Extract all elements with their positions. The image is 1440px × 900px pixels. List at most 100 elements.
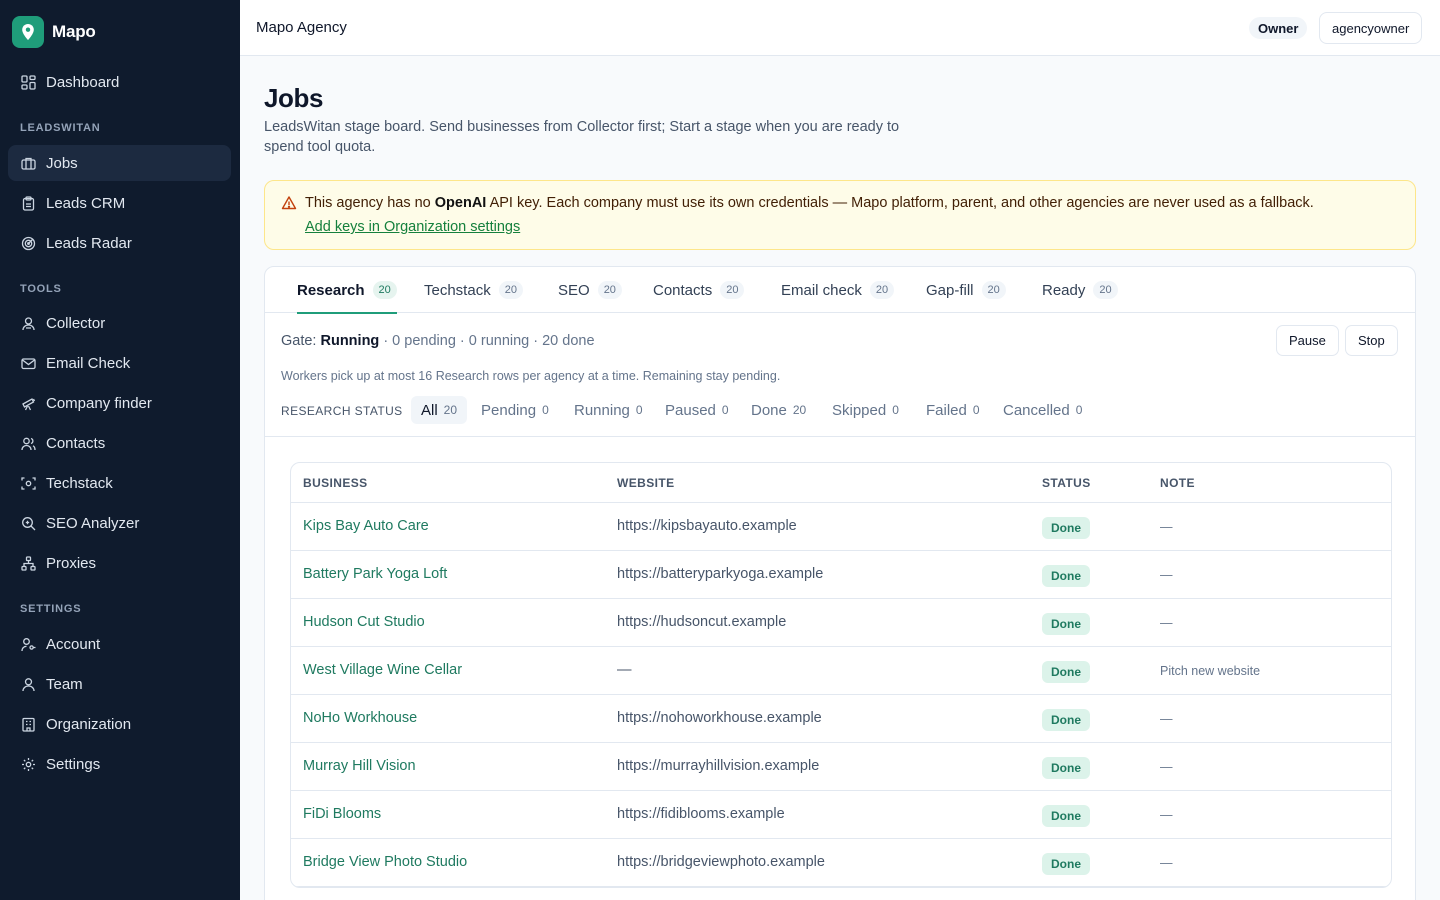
sidebar-item-label: Jobs xyxy=(46,154,78,172)
sidebar-item-proxies[interactable]: Proxies xyxy=(8,545,231,581)
sidebar-item-email-check[interactable]: Email Check xyxy=(8,345,231,381)
user-key-icon xyxy=(20,636,36,652)
filter-count: 0 xyxy=(972,403,980,417)
business-link[interactable]: FiDi Blooms xyxy=(303,806,381,822)
table-row: Bridge View Photo Studio https://bridgevi… xyxy=(291,839,1391,887)
business-link[interactable]: Hudson Cut Studio xyxy=(303,614,425,630)
page-title: Jobs xyxy=(264,83,324,113)
filter-count: 0 xyxy=(721,403,729,417)
pause-button[interactable]: Pause xyxy=(1276,325,1339,356)
note-cell: — xyxy=(1160,808,1173,822)
filter-skipped[interactable]: Skipped 0 xyxy=(832,396,899,424)
building-icon xyxy=(20,716,36,732)
sidebar-item-contacts[interactable]: Contacts xyxy=(8,425,231,461)
filter-count: 0 xyxy=(892,403,899,417)
tab-research[interactable]: Research 20 xyxy=(297,267,397,314)
sidebar-item-account[interactable]: Account xyxy=(8,626,231,662)
mail-icon xyxy=(20,355,36,371)
filter-label: Paused xyxy=(665,401,716,419)
topbar: Mapo Agency Owner agencyowner xyxy=(240,0,1440,56)
sidebar-item-settings[interactable]: Settings xyxy=(8,746,231,782)
search-icon xyxy=(20,515,36,531)
note-cell: — xyxy=(1160,616,1173,630)
tab-label: Contacts xyxy=(653,281,713,299)
sidebar-item-team[interactable]: Team xyxy=(8,666,231,702)
sidebar-item-label: Team xyxy=(46,675,83,693)
sidebar-item-label: Leads Radar xyxy=(46,234,132,252)
sidebar-item-label: Company finder xyxy=(46,394,152,412)
sidebar-item-company-finder[interactable]: Company finder xyxy=(8,385,231,421)
filter-label: Running xyxy=(574,401,630,419)
filter-label: Failed xyxy=(926,401,967,419)
sidebar-item-jobs[interactable]: Jobs xyxy=(8,145,231,181)
tab-gap-fill[interactable]: Gap-fill 20 xyxy=(926,267,1006,313)
brand[interactable]: Mapo xyxy=(12,16,96,48)
dashboard-icon xyxy=(20,74,36,90)
filter-count: 20 xyxy=(792,403,807,417)
sidebar-item-label: Proxies xyxy=(46,554,97,572)
user-menu-button[interactable]: agencyowner xyxy=(1319,12,1423,44)
filter-cancelled[interactable]: Cancelled 0 xyxy=(1003,396,1082,424)
sidebar-item-label: Dashboard xyxy=(46,73,120,91)
status-badge: Done xyxy=(1042,565,1090,587)
sidebar-item-dashboard[interactable]: Dashboard xyxy=(8,64,231,100)
table-row: NoHo Workhouse https://nohoworkhouse.exam… xyxy=(291,695,1391,743)
website-cell: — xyxy=(617,662,632,678)
filter-paused[interactable]: Paused 0 xyxy=(665,396,729,424)
role-badge: Owner xyxy=(1249,17,1308,39)
column-header-business: BUSINESS xyxy=(303,476,368,490)
tab-label: Email check xyxy=(781,281,862,299)
status-badge: Done xyxy=(1042,661,1090,683)
status-badge: Done xyxy=(1042,805,1090,827)
warning-triangle-icon xyxy=(281,195,297,216)
tab-count: 20 xyxy=(372,281,397,299)
sidebar-item-collector[interactable]: Collector xyxy=(8,305,231,341)
table-row: Hudson Cut Studio https://hudsoncut.examp… xyxy=(291,599,1391,647)
filter-pending[interactable]: Pending 0 xyxy=(481,396,549,424)
tab-label: Ready xyxy=(1042,281,1086,299)
business-link[interactable]: Murray Hill Vision xyxy=(303,758,416,774)
tab-count: 20 xyxy=(720,281,745,299)
business-link[interactable]: NoHo Workhouse xyxy=(303,710,417,726)
column-header-website: WEBSITE xyxy=(617,476,675,490)
business-link[interactable]: Bridge View Photo Studio xyxy=(303,854,467,870)
stage-tabs: Research 20 Techstack 20 SEO 20 Contacts… xyxy=(265,267,1415,314)
tab-label: SEO xyxy=(558,281,590,299)
filter-done[interactable]: Done 20 xyxy=(751,396,806,424)
telescope-icon xyxy=(20,395,36,411)
tab-email-check[interactable]: Email check 20 xyxy=(781,267,895,313)
note-cell: — xyxy=(1160,712,1173,726)
alert-key-name: OpenAI xyxy=(434,195,487,211)
radar-icon xyxy=(20,235,36,251)
business-link[interactable]: Battery Park Yoga Loft xyxy=(303,566,447,582)
business-link[interactable]: West Village Wine Cellar xyxy=(303,662,462,678)
gate-label: Gate: xyxy=(281,333,321,349)
divider xyxy=(265,436,1415,437)
jobs-table: BUSINESS WEBSITE STATUS NOTE Kips Bay Au… xyxy=(290,462,1392,888)
tab-count: 20 xyxy=(869,281,895,299)
column-header-status: STATUS xyxy=(1042,476,1091,490)
page-description: LeadsWitan stage board. Send businesses … xyxy=(264,119,900,155)
alert-message: This agency has no OpenAI API key. Each … xyxy=(305,195,1314,211)
stop-button[interactable]: Stop xyxy=(1345,325,1398,356)
add-keys-link[interactable]: Add keys in Organization settings xyxy=(305,219,520,235)
filter-label: Pending xyxy=(481,401,537,419)
gate-summary: · 0 pending · 0 running · 20 done xyxy=(379,333,595,349)
sidebar-item-seo-analyzer[interactable]: SEO Analyzer xyxy=(8,505,231,541)
sidebar-item-organization[interactable]: Organization xyxy=(8,706,231,742)
filter-running[interactable]: Running 0 xyxy=(574,396,643,424)
table-header: BUSINESS WEBSITE STATUS NOTE xyxy=(291,463,1391,503)
tab-contacts[interactable]: Contacts 20 xyxy=(653,267,745,313)
brand-name: Mapo xyxy=(52,22,96,41)
website-cell: https://nohoworkhouse.example xyxy=(617,710,822,726)
tab-ready[interactable]: Ready 20 xyxy=(1042,267,1118,313)
filter-all[interactable]: All 20 xyxy=(411,396,468,424)
tab-seo[interactable]: SEO 20 xyxy=(558,267,622,313)
gate-state: Running xyxy=(320,333,380,349)
sidebar-item-leads-crm[interactable]: Leads CRM xyxy=(8,185,231,221)
tab-techstack[interactable]: Techstack 20 xyxy=(424,267,523,313)
sidebar-item-leads-radar[interactable]: Leads Radar xyxy=(8,225,231,261)
sidebar-item-techstack[interactable]: Techstack xyxy=(8,465,231,501)
business-link[interactable]: Kips Bay Auto Care xyxy=(303,518,429,534)
filter-failed[interactable]: Failed 0 xyxy=(926,396,980,424)
